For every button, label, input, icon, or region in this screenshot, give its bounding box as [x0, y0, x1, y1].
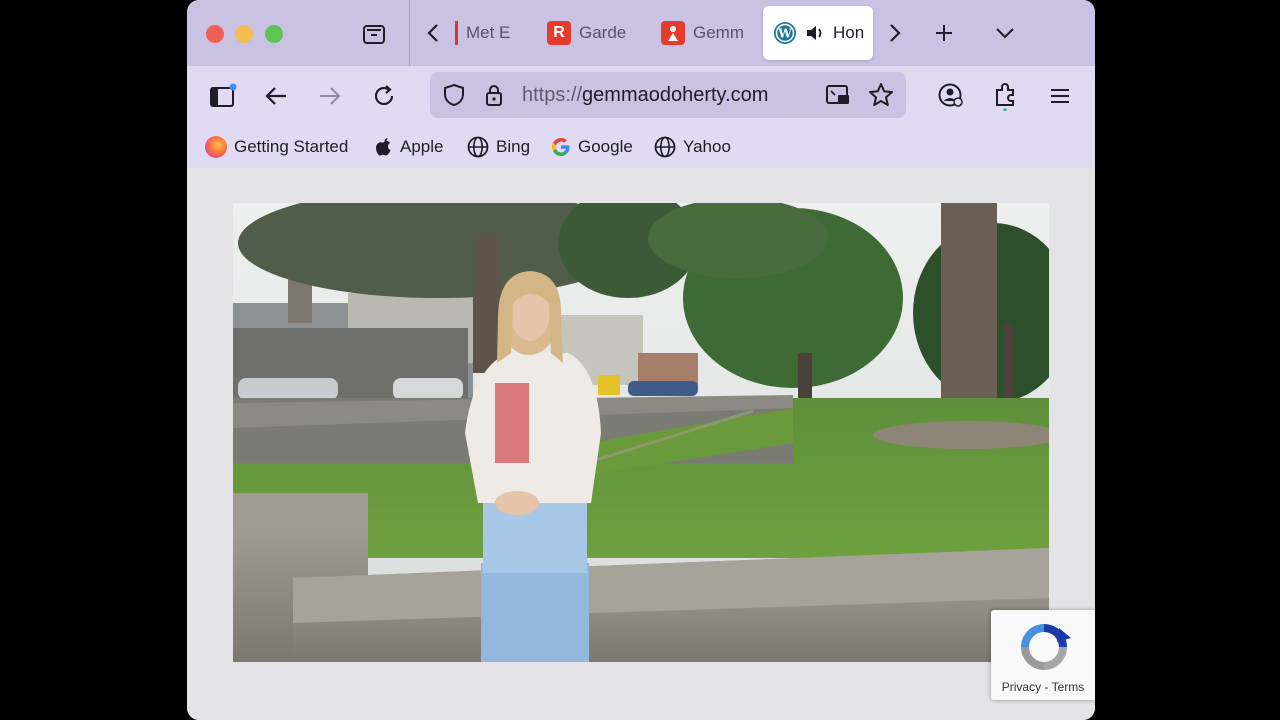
bookmark-label: Getting Started — [234, 137, 349, 156]
recaptcha-links: Privacy - Terms — [991, 680, 1095, 694]
minimize-window-button[interactable] — [235, 25, 253, 43]
privacy-link[interactable]: Privacy — [1002, 680, 1041, 694]
forward-icon[interactable] — [317, 84, 343, 108]
terms-link[interactable]: Terms — [1052, 680, 1085, 694]
list-all-tabs-icon[interactable] — [994, 24, 1016, 42]
scroll-tabs-left-icon[interactable] — [423, 21, 443, 45]
r-icon: R — [547, 21, 571, 45]
apple-icon — [375, 137, 393, 157]
url-scheme: https:// — [522, 84, 583, 106]
tab-label: Gemm — [693, 23, 743, 42]
recaptcha-logo-icon — [1015, 618, 1073, 676]
reload-icon[interactable] — [371, 83, 397, 109]
page-content: Privacy - Terms — [187, 168, 1095, 720]
account-icon[interactable] — [937, 82, 965, 110]
extensions-icon[interactable] — [993, 81, 1019, 111]
tab-met[interactable]: Met E — [455, 6, 517, 60]
sidebar-icon[interactable] — [209, 83, 237, 109]
globe-icon — [467, 136, 489, 158]
firefox-view-icon[interactable] — [361, 22, 387, 46]
google-icon — [551, 137, 571, 157]
tab-label: Garde — [579, 23, 627, 42]
bookmark-label: Google — [578, 137, 633, 156]
globe-icon — [654, 136, 676, 158]
back-icon[interactable] — [263, 84, 289, 108]
svg-text:W: W — [777, 27, 792, 41]
video-frame — [233, 203, 1049, 662]
tab-label: Hon — [833, 23, 865, 42]
met-icon — [455, 21, 458, 45]
bookmark-bing[interactable]: Bing — [467, 134, 530, 160]
tab-label: Met E — [466, 23, 511, 42]
recaptcha-badge[interactable]: Privacy - Terms — [991, 610, 1095, 700]
bookmark-label: Apple — [400, 137, 444, 156]
picture-in-picture-icon[interactable] — [825, 83, 851, 107]
tab-home-active[interactable]: W Hon — [763, 6, 873, 60]
bookmark-yahoo[interactable]: Yahoo — [654, 134, 731, 160]
scroll-tabs-right-icon[interactable] — [885, 21, 905, 45]
wordpress-icon: W — [773, 21, 797, 45]
url-text[interactable]: https://gemmaodoherty.com — [522, 84, 768, 107]
lock-icon[interactable] — [482, 82, 506, 108]
bookmark-apple[interactable]: Apple — [375, 134, 443, 160]
bookmark-getting-started[interactable]: Getting Started — [205, 134, 348, 160]
tab-gemma[interactable]: Gemm — [661, 6, 743, 60]
bookmark-star-icon[interactable] — [868, 82, 894, 108]
menu-icon[interactable] — [1048, 84, 1072, 108]
tab-bar: Met E R Garde Gemm W Hon — [187, 0, 1095, 66]
close-window-button[interactable] — [206, 25, 224, 43]
firefox-icon — [205, 136, 227, 158]
tab-garden[interactable]: R Garde — [547, 6, 627, 60]
browser-window: Met E R Garde Gemm W Hon https://gemmaod… — [187, 0, 1095, 720]
speaker-icon[interactable] — [805, 24, 825, 42]
url-bar[interactable]: https://gemmaodoherty.com — [430, 72, 906, 118]
bookmark-google[interactable]: Google — [551, 134, 633, 160]
maximize-window-button[interactable] — [265, 25, 283, 43]
video-player[interactable] — [233, 203, 1049, 662]
tab-separator — [409, 0, 410, 66]
new-tab-icon[interactable] — [933, 22, 955, 44]
url-host: gemmaodoherty.com — [582, 84, 769, 106]
bookmark-label: Yahoo — [683, 137, 731, 156]
tracking-protection-shield-icon[interactable] — [441, 82, 467, 108]
bookmarks-toolbar: Getting Started Apple Bing Google Yahoo — [187, 126, 1095, 169]
gemma-icon — [661, 21, 685, 45]
bookmark-label: Bing — [496, 137, 531, 156]
link-separator: - — [1041, 680, 1052, 694]
